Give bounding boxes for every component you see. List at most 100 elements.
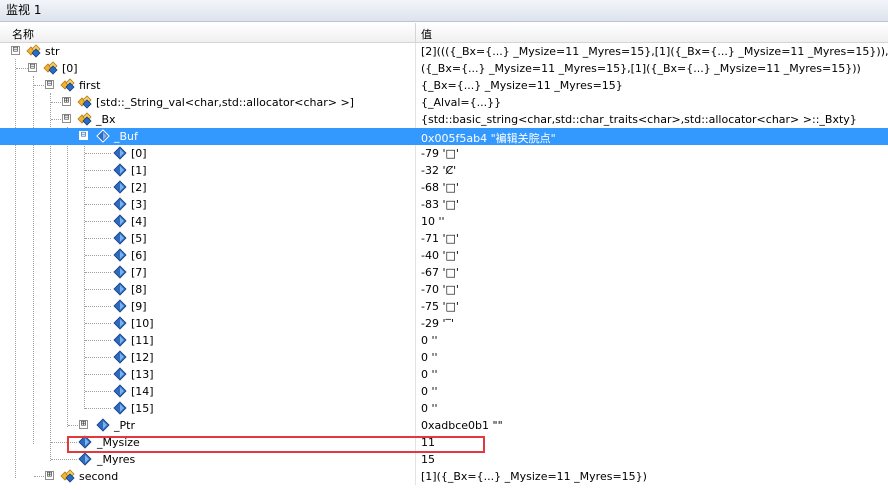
column-divider [415, 366, 416, 383]
tree-row-value[interactable]: {_Bx={...} _Mysize=11 _Myres=15} [421, 79, 623, 92]
tree-row-buf-element[interactable]: [10] -29 '‾' [0, 315, 888, 332]
collapse-icon[interactable]: ⊟ [11, 46, 20, 55]
tree-row-value[interactable]: -83 '□' [421, 198, 459, 211]
tree-row-buf-element[interactable]: [15] 0 '' [0, 400, 888, 417]
tree-row-buf-element[interactable]: [11] 0 '' [0, 332, 888, 349]
tree-row-name: [8] [131, 283, 147, 296]
tree-row-buf-element[interactable]: [6] -40 '□' [0, 247, 888, 264]
tree-row-second[interactable]: ⊞ second [1]({_Bx={...} _Mysize=11 _Myre… [0, 468, 888, 485]
expand-icon[interactable]: ⊞ [62, 97, 71, 106]
field-icon [113, 350, 127, 364]
tree-row-name: [std::_String_val<char,std::allocator<ch… [96, 96, 354, 109]
tree-row-buf-element[interactable]: [8] -70 '□' [0, 281, 888, 298]
tree-row-value[interactable]: 0x005f5ab4 "褊辑关脘点" [421, 130, 556, 146]
tree-guide-line [85, 306, 111, 307]
tree-row-value[interactable]: -32 'Ȼ' [421, 164, 456, 177]
tree-row-mysize[interactable]: _Mysize 11 [0, 434, 888, 451]
collapse-icon[interactable]: ⊟ [45, 80, 54, 89]
tree-row-buf-element[interactable]: [0] -79 '□' [0, 145, 888, 162]
tree-row-name: first [79, 79, 101, 92]
tree-row-str[interactable]: ⊟ str [2]((({_Bx={...} _Mysize=11 _Myres… [0, 43, 888, 60]
tree-row-value[interactable]: 11 [421, 436, 435, 449]
column-divider [415, 77, 416, 94]
tree-row-ptr[interactable]: ⊞ _Ptr 0xadbce0b1 "" [0, 417, 888, 434]
tree-row-name: [13] [131, 368, 154, 381]
column-divider [415, 281, 416, 298]
struct-icon [60, 78, 75, 92]
column-divider [415, 315, 416, 332]
tree-row-buf-element[interactable]: [1] -32 'Ȼ' [0, 162, 888, 179]
tree-row-first[interactable]: ⊟ first {_Bx={...} _Mysize=11 _Myres=15} [0, 77, 888, 94]
tree-guide-line [85, 170, 111, 171]
tree-row-name: [3] [131, 198, 147, 211]
tree-row-buf-element[interactable]: [2] -68 '□' [0, 179, 888, 196]
tree-row-name: [5] [131, 232, 147, 245]
tree-row-value[interactable]: 0 '' [421, 334, 438, 347]
tree-row-value[interactable]: -29 '‾' [421, 317, 454, 330]
expand-icon[interactable]: ⊞ [79, 420, 88, 429]
tree-row-buf-element[interactable]: [9] -75 '□' [0, 298, 888, 315]
tree-row-value[interactable]: [1]({_Bx={...} _Mysize=11 _Myres=15}) [421, 470, 647, 483]
tree-row-buf-element[interactable]: [4] 10 '' [0, 213, 888, 230]
field-icon [113, 367, 127, 381]
tree-row-value[interactable]: ({_Bx={...} _Mysize=11 _Myres=15},[1]({_… [421, 62, 861, 75]
tree-row-name: _Myres [97, 453, 136, 466]
tree-row-value[interactable]: {std::basic_string<char,std::char_traits… [421, 113, 857, 126]
column-header-value[interactable]: 值 [421, 26, 432, 42]
column-divider [415, 332, 416, 349]
tree-row-string-val-base[interactable]: ⊞ [std::_String_val<char,std::allocator<… [0, 94, 888, 111]
collapse-icon[interactable]: ⊟ [28, 63, 37, 72]
tree-row-value[interactable]: -79 '□' [421, 147, 459, 160]
tree-row-buf-element[interactable]: [5] -71 '□' [0, 230, 888, 247]
tree-guide-line [51, 442, 77, 443]
tree-row-value[interactable]: -40 '□' [421, 249, 459, 262]
column-header-name[interactable]: 名称 [12, 26, 34, 42]
tree-row-buf-element[interactable]: [14] 0 '' [0, 383, 888, 400]
collapse-icon[interactable]: ⊟ [79, 131, 88, 140]
tree-guide-line [85, 323, 111, 324]
column-divider [415, 213, 416, 230]
collapse-icon[interactable]: ⊟ [62, 114, 71, 123]
tree-row-value[interactable]: {_Alval={...}} [421, 96, 501, 109]
tree-row-value[interactable]: -67 '□' [421, 266, 459, 279]
tree-row-name: [10] [131, 317, 154, 330]
tree-row-value[interactable]: -71 '□' [421, 232, 459, 245]
tree-row-name: [4] [131, 215, 147, 228]
tree-row-name: [9] [131, 300, 147, 313]
tree-row-name: second [79, 470, 119, 483]
tree-row-index-0[interactable]: ⊟ [0] ({_Bx={...} _Mysize=11 _Myres=15},… [0, 60, 888, 77]
column-divider [415, 162, 416, 179]
tree-row-value[interactable]: 0 '' [421, 385, 438, 398]
tree-row-buf-element[interactable]: [7] -67 '□' [0, 264, 888, 281]
tree-row-value[interactable]: -68 '□' [421, 181, 459, 194]
tree-row-value[interactable]: -70 '□' [421, 283, 459, 296]
tree-row-value[interactable]: 0 '' [421, 368, 438, 381]
tree-row-myres[interactable]: _Myres 15 [0, 451, 888, 468]
tree-row-name: [14] [131, 385, 154, 398]
tree-row-buf[interactable]: ⊟ _Buf 0x005f5ab4 "褊辑关脘点" [0, 128, 888, 145]
tree-row-name: _Ptr [114, 419, 135, 432]
column-separator[interactable] [415, 23, 416, 43]
tree-row-value[interactable]: 15 [421, 453, 435, 466]
tree-guide-line [85, 289, 111, 290]
tree-row-name: [12] [131, 351, 154, 364]
tree-row-buf-element[interactable]: [3] -83 '□' [0, 196, 888, 213]
tree-row-name: [7] [131, 266, 147, 279]
tree-row-value[interactable]: 0xadbce0b1 "" [421, 419, 503, 432]
tree-row-buf-element[interactable]: [12] 0 '' [0, 349, 888, 366]
tree-row-value[interactable]: [2]((({_Bx={...} _Mysize=11 _Myres=15},[… [421, 45, 888, 58]
tree-guide-line [85, 255, 111, 256]
column-divider [415, 94, 416, 111]
column-divider [415, 179, 416, 196]
field-icon [113, 299, 127, 313]
tree-row-value[interactable]: 0 '' [421, 402, 438, 415]
expand-icon[interactable]: ⊞ [45, 471, 54, 480]
column-divider [415, 230, 416, 247]
field-icon [113, 401, 127, 415]
tree-row-bx[interactable]: ⊟ _Bx {std::basic_string<char,std::char_… [0, 111, 888, 128]
tree-row-value[interactable]: 10 '' [421, 215, 445, 228]
tree-row-value[interactable]: -75 '□' [421, 300, 459, 313]
tree-row-buf-element[interactable]: [13] 0 '' [0, 366, 888, 383]
tree-row-value[interactable]: 0 '' [421, 351, 438, 364]
column-divider [415, 417, 416, 434]
